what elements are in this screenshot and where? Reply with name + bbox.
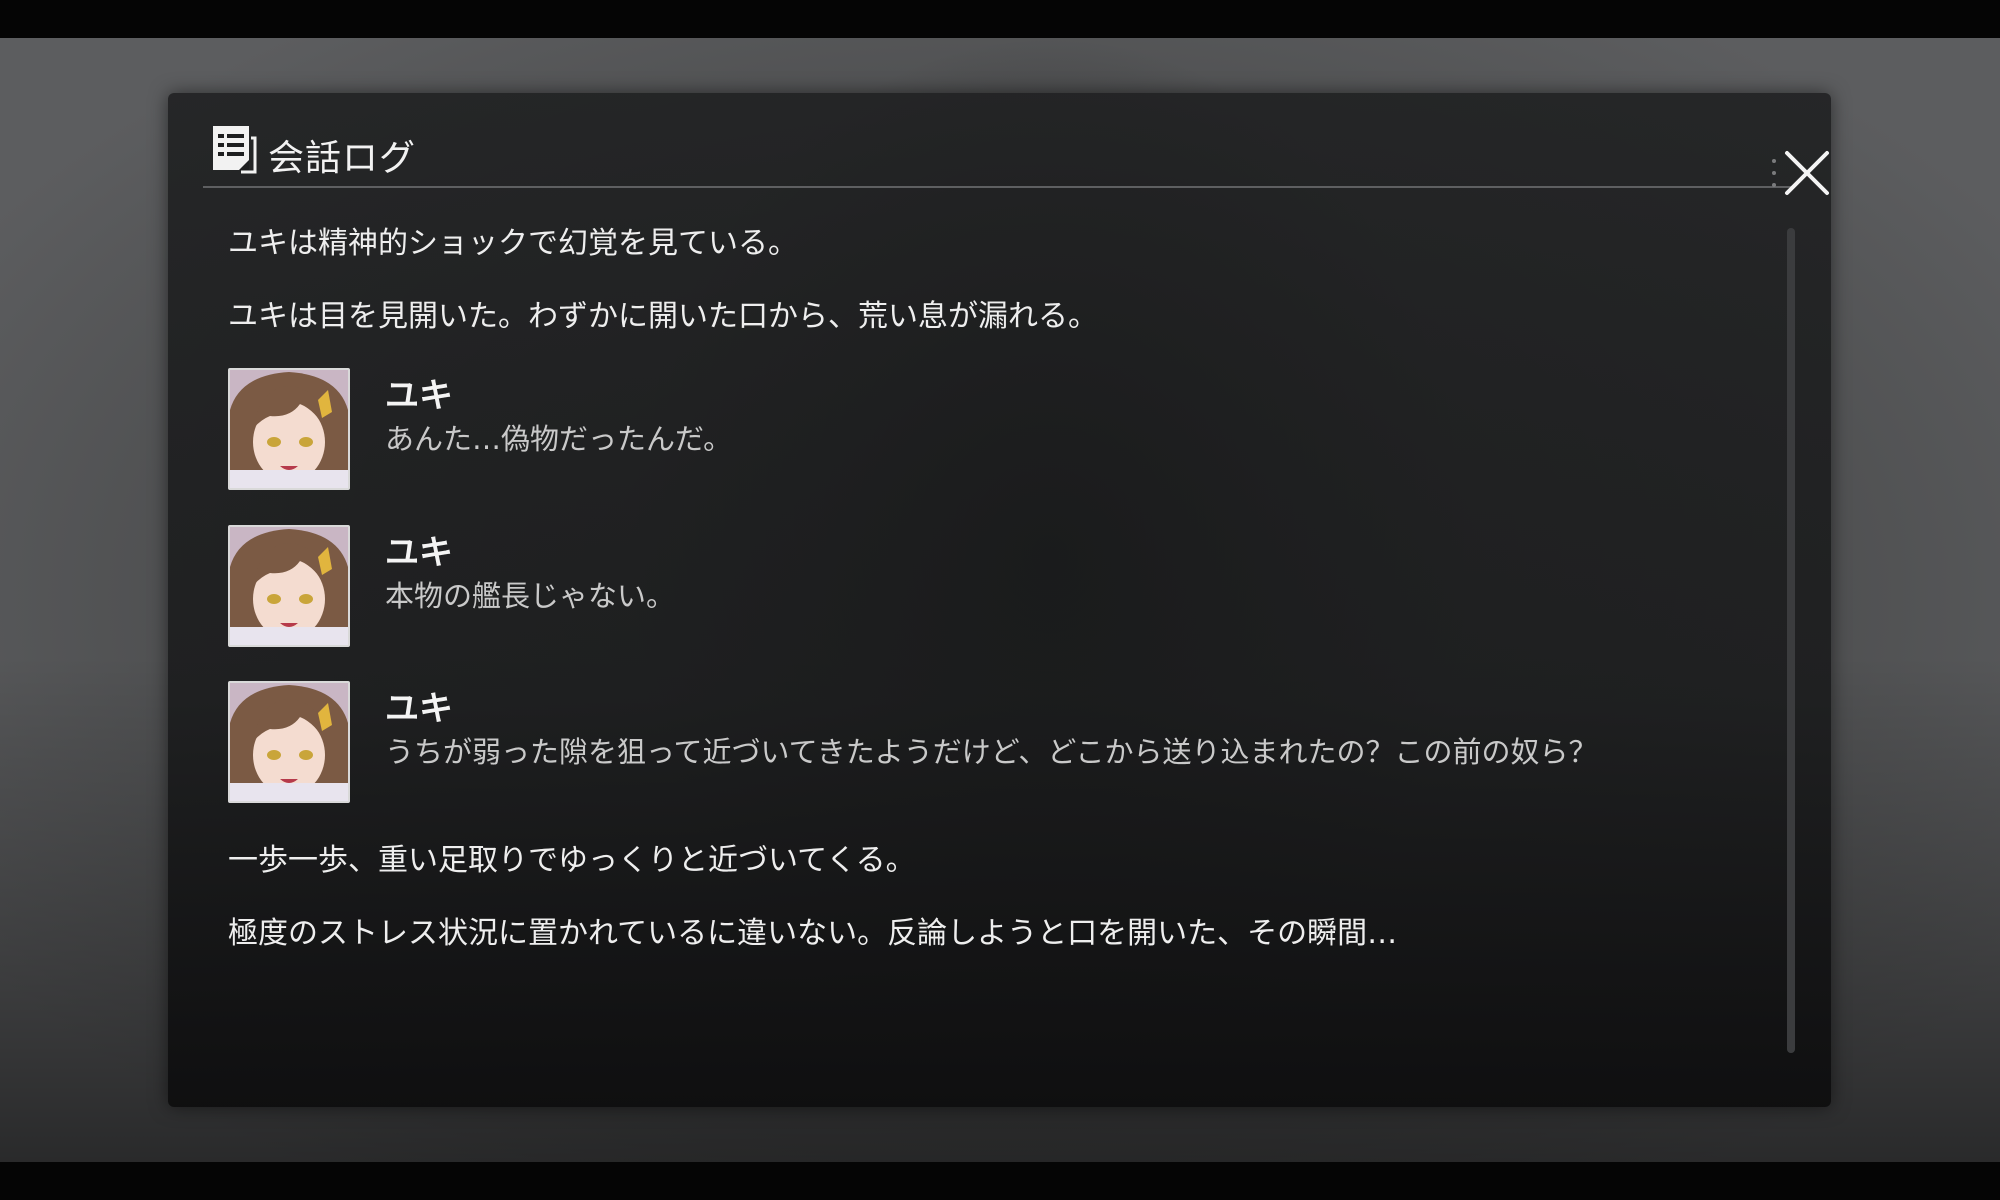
close-icon[interactable]	[1783, 149, 1831, 197]
speaker-name: ユキ	[385, 533, 453, 573]
yuki-portrait	[228, 368, 350, 490]
letterbox-top	[0, 0, 2000, 38]
log-entries: ユキは精神的ショックで幻覚を見ている。 ユキは目を見開いた。わずかに開いた口から…	[228, 218, 1728, 1038]
yuki-portrait	[228, 681, 350, 803]
header-dots-decoration	[1772, 159, 1778, 195]
dialogue-entry: ユキ うちが弱った隙を狙って近づいてきたようだけど、どこから送り込まれたの？この…	[228, 681, 1728, 807]
letterbox-bottom	[0, 1162, 2000, 1200]
log-title: 会話ログ	[268, 138, 417, 179]
log-scrollbar[interactable]	[1787, 228, 1795, 1053]
log-header: 会話ログ	[203, 123, 1829, 195]
narration-line: 一歩一歩、重い足取りでゆっくりと近づいてくる。	[228, 843, 916, 878]
speaker-name: ユキ	[385, 376, 453, 416]
conversation-log-panel: 会話ログ ユキは精神的ショックで幻覚を見ている。 ユキは目を見開いた。わずかに開…	[168, 93, 1831, 1107]
dialogue-text: あんた…偽物だったんだ。	[385, 422, 733, 456]
narration-line: ユキは精神的ショックで幻覚を見ている。	[228, 226, 798, 261]
dialogue-text: 本物の艦長じゃない。	[385, 579, 676, 613]
log-document-icon	[213, 126, 257, 174]
narration-line: ユキは目を見開いた。わずかに開いた口から、荒い息が漏れる。	[228, 299, 1098, 334]
speaker-name: ユキ	[385, 689, 453, 729]
dialogue-entry: ユキ 本物の艦長じゃない。	[228, 525, 1728, 651]
scrollbar-thumb[interactable]	[1787, 228, 1795, 1053]
dialogue-text: うちが弱った隙を狙って近づいてきたようだけど、どこから送り込まれたの？この前の奴…	[385, 735, 1598, 769]
narration-line: 極度のストレス状況に置かれているに違いない。反論しようと口を開いた、その瞬間…	[228, 916, 1398, 951]
dialogue-entry: ユキ あんた…偽物だったんだ。	[228, 368, 1728, 494]
yuki-portrait	[228, 525, 350, 647]
